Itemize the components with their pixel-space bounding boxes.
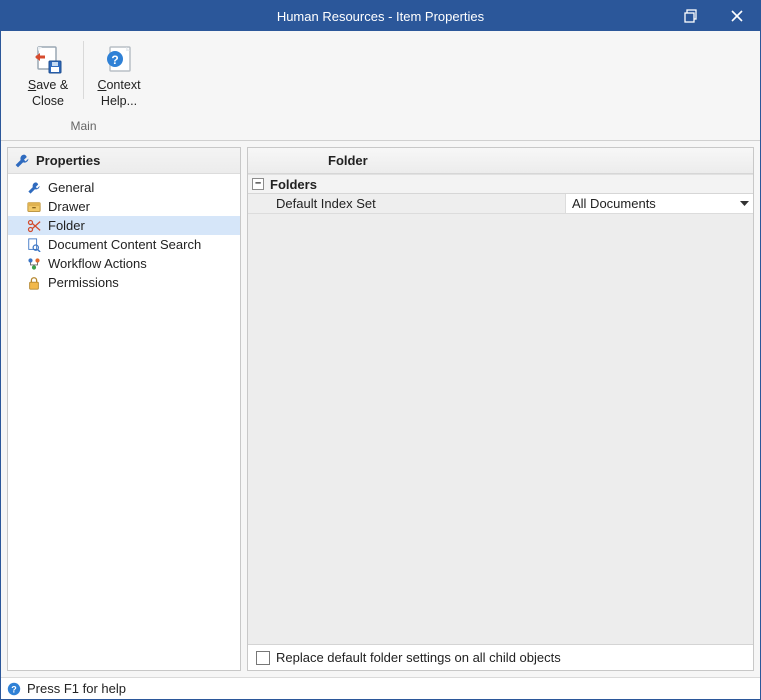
wrench-icon xyxy=(26,180,42,196)
nav-item-general[interactable]: General xyxy=(8,178,240,197)
ribbon-separator xyxy=(83,41,84,99)
property-row-default-index-set: Default Index Set All Documents xyxy=(248,194,753,214)
nav-item-workflow-actions[interactable]: Workflow Actions xyxy=(8,254,240,273)
nav-label: General xyxy=(48,180,94,195)
statusbar: ? Press F1 for help xyxy=(1,677,760,699)
window-title: Human Resources - Item Properties xyxy=(1,9,760,24)
dropdown-value: All Documents xyxy=(572,196,656,211)
drawer-icon xyxy=(26,199,42,215)
workflow-icon xyxy=(26,256,42,272)
context-help-l2: Help... xyxy=(101,94,137,110)
svg-text:?: ? xyxy=(11,684,17,694)
close-icon xyxy=(731,10,743,22)
restore-icon xyxy=(684,9,698,23)
ribbon-group-main: Save & Close ? Context Help... xyxy=(11,37,156,133)
statusbar-text: Press F1 for help xyxy=(27,681,126,696)
sidebar-header: Properties xyxy=(8,148,240,174)
nav-item-drawer[interactable]: Drawer xyxy=(8,197,240,216)
properties-pane: Folder − Folders Default Index Set All D… xyxy=(247,147,754,671)
titlebar: Human Resources - Item Properties xyxy=(1,1,760,31)
nav-item-permissions[interactable]: Permissions xyxy=(8,273,240,292)
property-grid: − Folders Default Index Set All Document… xyxy=(248,174,753,214)
property-label: Default Index Set xyxy=(248,194,566,213)
category-row-folders[interactable]: − Folders xyxy=(248,174,753,194)
pane-footer: Replace default folder settings on all c… xyxy=(248,644,753,670)
window-controls xyxy=(668,1,760,31)
nav-label: Document Content Search xyxy=(48,237,201,252)
context-help-button[interactable]: ? Context Help... xyxy=(90,37,148,117)
svg-text:?: ? xyxy=(111,53,118,67)
close-button[interactable] xyxy=(714,1,760,31)
search-doc-icon xyxy=(26,237,42,253)
sidebar: Properties General Drawer xyxy=(7,147,241,671)
save-close-l1: Save & xyxy=(28,78,68,94)
save-close-button[interactable]: Save & Close xyxy=(19,37,77,117)
help-icon: ? xyxy=(7,682,21,696)
pane-header: Folder xyxy=(248,148,753,174)
replace-defaults-label: Replace default folder settings on all c… xyxy=(276,650,561,665)
restore-button[interactable] xyxy=(668,1,714,31)
wrench-icon xyxy=(14,153,30,169)
scissors-icon xyxy=(26,218,42,234)
nav-label: Folder xyxy=(48,218,85,233)
property-value-cell: All Documents xyxy=(566,194,753,213)
content: Properties General Drawer xyxy=(1,141,760,677)
nav-label: Drawer xyxy=(48,199,90,214)
pane-title: Folder xyxy=(328,153,368,168)
save-close-icon xyxy=(31,42,65,76)
nav-label: Permissions xyxy=(48,275,119,290)
window: Human Resources - Item Properties xyxy=(0,0,761,700)
ribbon-buttons: Save & Close ? Context Help... xyxy=(19,37,148,117)
nav-item-folder[interactable]: Folder xyxy=(8,216,240,235)
nav-item-doc-content-search[interactable]: Document Content Search xyxy=(8,235,240,254)
save-close-l2: Close xyxy=(32,94,64,110)
chevron-down-icon xyxy=(740,201,749,207)
default-index-set-dropdown[interactable]: All Documents xyxy=(566,194,753,213)
context-help-icon: ? xyxy=(102,42,136,76)
nav-label: Workflow Actions xyxy=(48,256,147,271)
lock-icon xyxy=(26,275,42,291)
nav-list: General Drawer Folder xyxy=(8,174,240,296)
pane-spacer xyxy=(248,214,753,644)
replace-defaults-checkbox[interactable] xyxy=(256,651,270,665)
context-help-l1: Context xyxy=(97,78,140,94)
category-label: Folders xyxy=(270,177,317,192)
ribbon-group-label: Main xyxy=(70,119,96,133)
sidebar-title: Properties xyxy=(36,153,100,168)
ribbon: Save & Close ? Context Help... xyxy=(1,31,760,141)
collapse-icon[interactable]: − xyxy=(252,178,264,190)
